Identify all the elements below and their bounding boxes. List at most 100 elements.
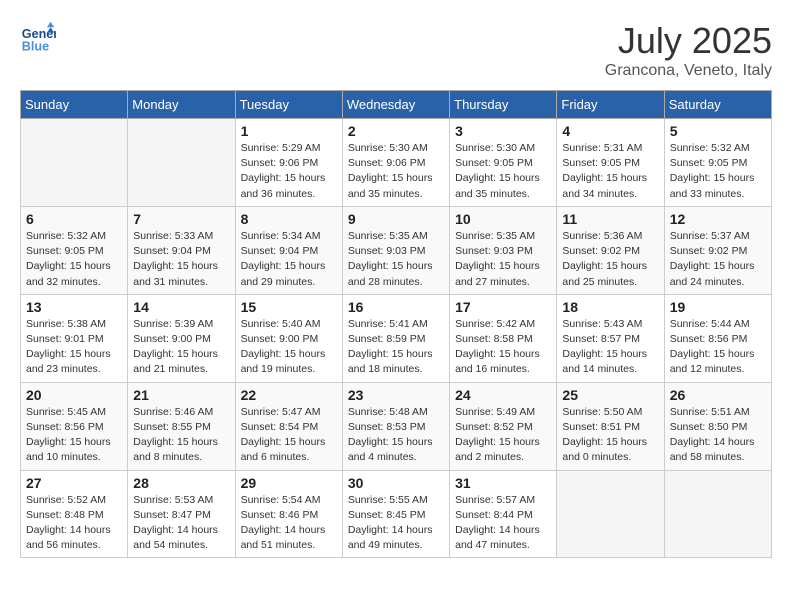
calendar-cell: 28 Sunrise: 5:53 AMSunset: 8:47 PMDayligh… [128,470,235,558]
day-number: 3 [455,123,551,139]
calendar-cell: 8Sunrise: 5:34 AMSunset: 9:04 PMDaylight… [235,206,342,294]
logo: General Blue [20,20,56,56]
calendar-cell: 25 Sunrise: 5:50 AMSunset: 8:51 PMDayligh… [557,382,664,470]
calendar-cell: 22 Sunrise: 5:47 AMSunset: 8:54 PMDayligh… [235,382,342,470]
day-info: Sunrise: 5:46 AMSunset: 8:55 PMDaylight:… [133,405,229,466]
calendar-week-4: 20Sunrise: 5:45 AMSunset: 8:56 PMDayligh… [21,382,772,470]
calendar-cell [128,119,235,207]
calendar-week-1: 1 Sunrise: 5:29 AMSunset: 9:06 PMDaylight… [21,119,772,207]
calendar-cell [664,470,771,558]
calendar-cell: 17 Sunrise: 5:42 AMSunset: 8:58 PMDayligh… [450,294,557,382]
calendar-week-2: 6Sunrise: 5:32 AMSunset: 9:05 PMDaylight… [21,206,772,294]
calendar-cell: 3 Sunrise: 5:30 AMSunset: 9:05 PMDaylight… [450,119,557,207]
day-header-sunday: Sunday [21,91,128,119]
day-number: 21 [133,387,229,403]
svg-text:Blue: Blue [22,40,49,54]
title-block: July 2025 Grancona, Veneto, Italy [605,20,772,80]
day-header-monday: Monday [128,91,235,119]
day-header-friday: Friday [557,91,664,119]
day-info: Sunrise: 5:43 AMSunset: 8:57 PMDaylight:… [562,317,658,378]
day-number: 25 [562,387,658,403]
day-number: 16 [348,299,444,315]
calendar-cell: 14 Sunrise: 5:39 AMSunset: 9:00 PMDayligh… [128,294,235,382]
day-number: 8 [241,211,337,227]
day-info: Sunrise: 5:57 AMSunset: 8:44 PMDaylight:… [455,493,551,554]
calendar-cell: 31 Sunrise: 5:57 AMSunset: 8:44 PMDayligh… [450,470,557,558]
calendar-cell: 23Sunrise: 5:48 AMSunset: 8:53 PMDayligh… [342,382,449,470]
calendar-cell: 16Sunrise: 5:41 AMSunset: 8:59 PMDayligh… [342,294,449,382]
month-title: July 2025 [605,20,772,62]
calendar-week-3: 13 Sunrise: 5:38 AMSunset: 9:01 PMDayligh… [21,294,772,382]
day-header-thursday: Thursday [450,91,557,119]
day-number: 24 [455,387,551,403]
day-info: Sunrise: 5:37 AMSunset: 9:02 PMDaylight:… [670,229,766,290]
day-number: 2 [348,123,444,139]
calendar-cell [21,119,128,207]
day-info: Sunrise: 5:49 AMSunset: 8:52 PMDaylight:… [455,405,551,466]
calendar-cell: 24 Sunrise: 5:49 AMSunset: 8:52 PMDayligh… [450,382,557,470]
location: Grancona, Veneto, Italy [605,62,772,80]
day-number: 5 [670,123,766,139]
day-info: Sunrise: 5:42 AMSunset: 8:58 PMDaylight:… [455,317,551,378]
calendar-cell: 30 Sunrise: 5:55 AMSunset: 8:45 PMDayligh… [342,470,449,558]
day-info: Sunrise: 5:33 AMSunset: 9:04 PMDaylight:… [133,229,229,290]
calendar-week-5: 27 Sunrise: 5:52 AMSunset: 8:48 PMDayligh… [21,470,772,558]
day-info: Sunrise: 5:30 AMSunset: 9:06 PMDaylight:… [348,141,444,202]
day-number: 1 [241,123,337,139]
calendar-cell: 9Sunrise: 5:35 AMSunset: 9:03 PMDaylight… [342,206,449,294]
day-info: Sunrise: 5:51 AMSunset: 8:50 PMDaylight:… [670,405,766,466]
day-number: 4 [562,123,658,139]
day-number: 18 [562,299,658,315]
page-header: General Blue July 2025 Grancona, Veneto,… [20,20,772,80]
calendar-cell: 4 Sunrise: 5:31 AMSunset: 9:05 PMDaylight… [557,119,664,207]
day-header-saturday: Saturday [664,91,771,119]
calendar-cell [557,470,664,558]
calendar-table: SundayMondayTuesdayWednesdayThursdayFrid… [20,90,772,558]
day-number: 20 [26,387,122,403]
calendar-cell: 27 Sunrise: 5:52 AMSunset: 8:48 PMDayligh… [21,470,128,558]
calendar-cell: 6Sunrise: 5:32 AMSunset: 9:05 PMDaylight… [21,206,128,294]
day-info: Sunrise: 5:40 AMSunset: 9:00 PMDaylight:… [241,317,337,378]
day-number: 10 [455,211,551,227]
calendar-cell: 20Sunrise: 5:45 AMSunset: 8:56 PMDayligh… [21,382,128,470]
day-info: Sunrise: 5:47 AMSunset: 8:54 PMDaylight:… [241,405,337,466]
day-number: 30 [348,475,444,491]
day-info: Sunrise: 5:39 AMSunset: 9:00 PMDaylight:… [133,317,229,378]
calendar-cell: 2 Sunrise: 5:30 AMSunset: 9:06 PMDaylight… [342,119,449,207]
day-info: Sunrise: 5:29 AMSunset: 9:06 PMDaylight:… [241,141,337,202]
calendar-cell: 11 Sunrise: 5:36 AMSunset: 9:02 PMDayligh… [557,206,664,294]
day-number: 28 [133,475,229,491]
day-info: Sunrise: 5:32 AMSunset: 9:05 PMDaylight:… [26,229,122,290]
day-info: Sunrise: 5:32 AMSunset: 9:05 PMDaylight:… [670,141,766,202]
day-info: Sunrise: 5:35 AMSunset: 9:03 PMDaylight:… [348,229,444,290]
calendar-cell: 12Sunrise: 5:37 AMSunset: 9:02 PMDayligh… [664,206,771,294]
day-number: 14 [133,299,229,315]
day-info: Sunrise: 5:31 AMSunset: 9:05 PMDaylight:… [562,141,658,202]
day-info: Sunrise: 5:36 AMSunset: 9:02 PMDaylight:… [562,229,658,290]
day-number: 13 [26,299,122,315]
day-header-wednesday: Wednesday [342,91,449,119]
day-number: 15 [241,299,337,315]
day-number: 26 [670,387,766,403]
day-number: 23 [348,387,444,403]
calendar-cell: 26 Sunrise: 5:51 AMSunset: 8:50 PMDayligh… [664,382,771,470]
day-info: Sunrise: 5:54 AMSunset: 8:46 PMDaylight:… [241,493,337,554]
calendar-cell: 21 Sunrise: 5:46 AMSunset: 8:55 PMDayligh… [128,382,235,470]
calendar-cell: 29Sunrise: 5:54 AMSunset: 8:46 PMDayligh… [235,470,342,558]
day-number: 11 [562,211,658,227]
day-info: Sunrise: 5:50 AMSunset: 8:51 PMDaylight:… [562,405,658,466]
calendar-cell: 19Sunrise: 5:44 AMSunset: 8:56 PMDayligh… [664,294,771,382]
day-info: Sunrise: 5:52 AMSunset: 8:48 PMDaylight:… [26,493,122,554]
day-number: 31 [455,475,551,491]
day-info: Sunrise: 5:53 AMSunset: 8:47 PMDaylight:… [133,493,229,554]
day-number: 19 [670,299,766,315]
day-number: 27 [26,475,122,491]
day-number: 17 [455,299,551,315]
day-info: Sunrise: 5:30 AMSunset: 9:05 PMDaylight:… [455,141,551,202]
calendar-cell: 1 Sunrise: 5:29 AMSunset: 9:06 PMDaylight… [235,119,342,207]
day-info: Sunrise: 5:55 AMSunset: 8:45 PMDaylight:… [348,493,444,554]
day-number: 7 [133,211,229,227]
day-info: Sunrise: 5:38 AMSunset: 9:01 PMDaylight:… [26,317,122,378]
calendar-cell: 18 Sunrise: 5:43 AMSunset: 8:57 PMDayligh… [557,294,664,382]
day-number: 22 [241,387,337,403]
